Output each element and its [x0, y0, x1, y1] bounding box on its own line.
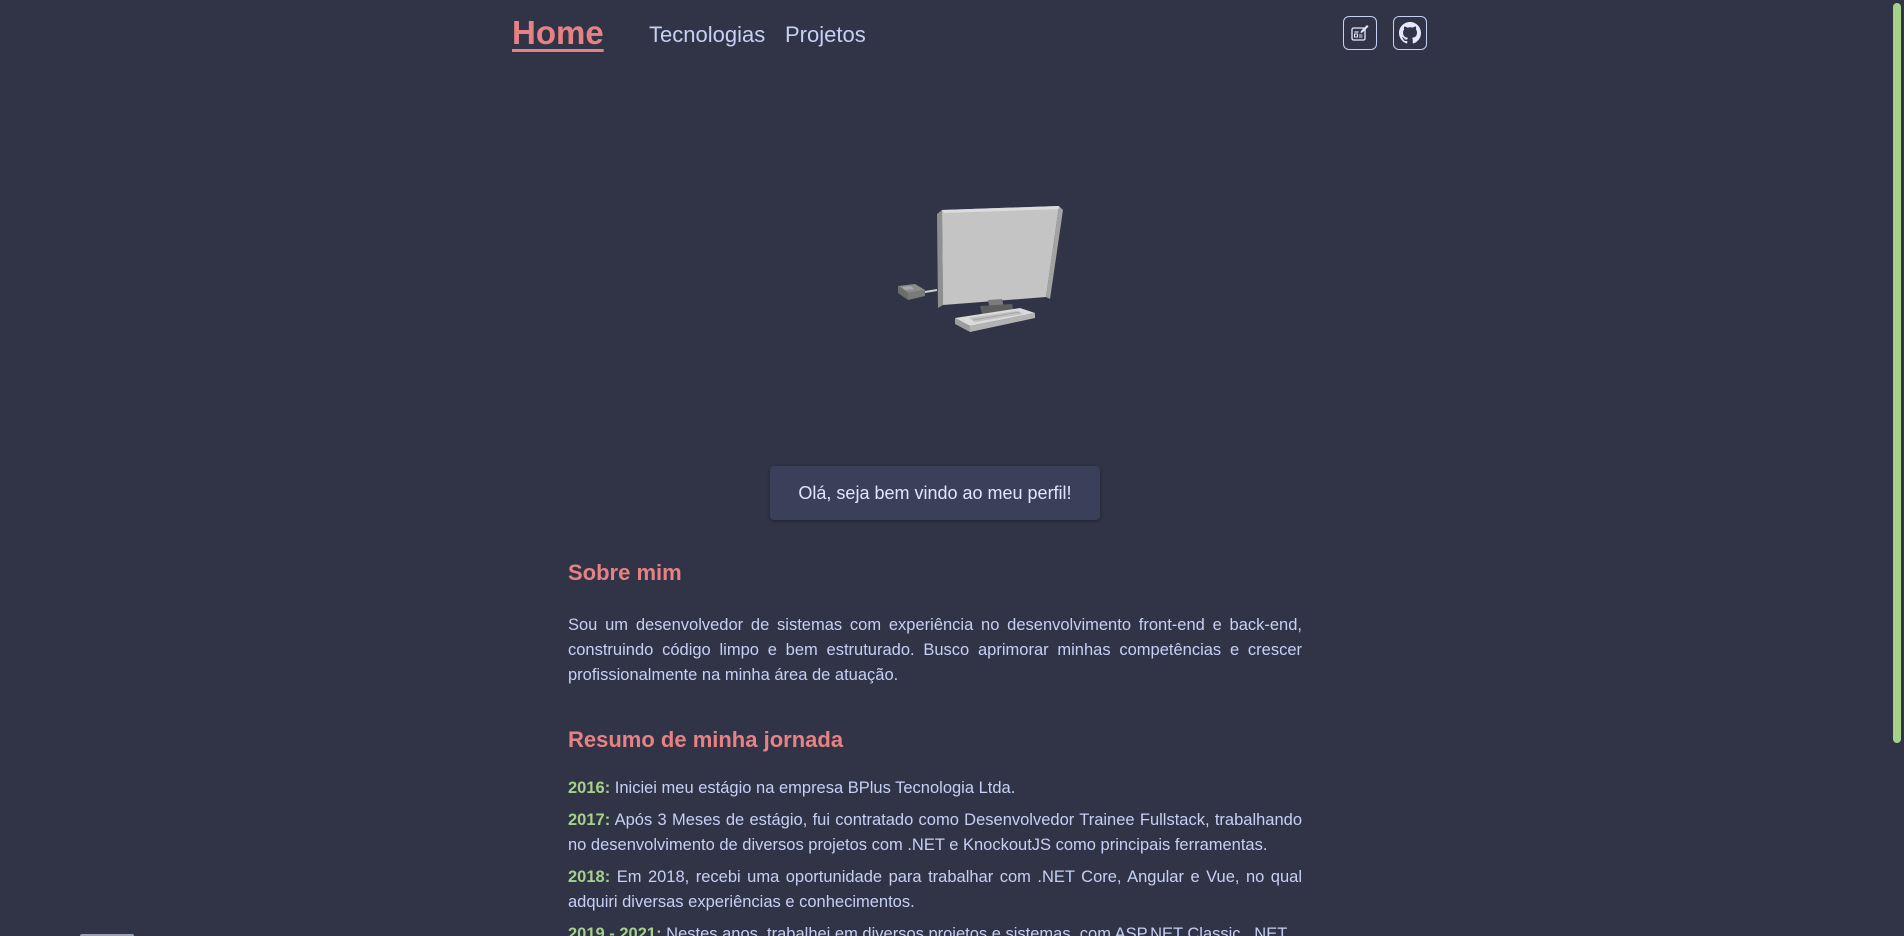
timeline-item: 2018: Em 2018, recebi uma oportunidade p…: [568, 865, 1302, 915]
journey-title: Resumo de minha jornada: [568, 727, 844, 752]
page: Home Tecnologias Projetos Olá, seja bem …: [0, 0, 1904, 936]
top-nav: Home Tecnologias Projetos: [512, 0, 1432, 70]
scrollbar-thumb[interactable]: [1893, 3, 1901, 743]
github-button[interactable]: [1393, 16, 1427, 50]
timeline-item: 2019 - 2021: Nestes anos, trabalhei em d…: [568, 922, 1302, 936]
computer-3d-illustration: [898, 206, 1063, 332]
timeline-year: 2016:: [568, 779, 611, 797]
timeline-year: 2019 - 2021:: [568, 925, 662, 936]
nav-link-tecnologias[interactable]: Tecnologias: [649, 22, 765, 48]
github-icon: [1399, 22, 1421, 44]
timeline-text: Nestes anos, trabalhei em diversos proje…: [661, 925, 1288, 936]
timeline-text: Em 2018, recebi uma oportunidade para tr…: [568, 868, 1302, 911]
scrollbar-track[interactable]: [1890, 0, 1904, 936]
blog-edit-button[interactable]: [1343, 16, 1377, 50]
nav-link-projetos[interactable]: Projetos: [785, 22, 866, 48]
timeline-year: 2018:: [568, 868, 611, 886]
about-title: Sobre mim: [568, 560, 682, 585]
blog-edit-icon: [1351, 25, 1369, 41]
welcome-message: Olá, seja bem vindo ao meu perfil!: [770, 466, 1100, 520]
timeline-item: 2017: Após 3 Meses de estágio, fui contr…: [568, 808, 1302, 858]
timeline-year: 2017:: [568, 811, 611, 829]
timeline-text: Iniciei meu estágio na empresa BPlus Tec…: [610, 779, 1016, 797]
about-text: Sou um desenvolvedor de sistemas com exp…: [568, 616, 1302, 684]
nav-home-link[interactable]: Home: [512, 14, 604, 52]
timeline-text: Após 3 Meses de estágio, fui contratado …: [568, 811, 1302, 854]
timeline-item: 2016: Iniciei meu estágio na empresa BPl…: [568, 776, 1302, 801]
journey-timeline: 2016: Iniciei meu estágio na empresa BPl…: [568, 776, 1302, 936]
